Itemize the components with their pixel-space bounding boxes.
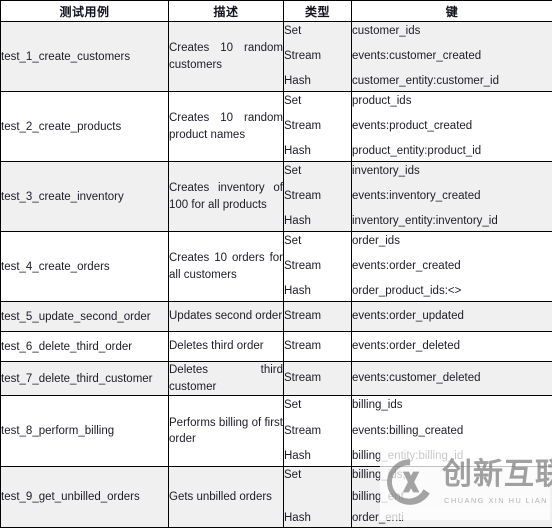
cell-type: Stream: [283, 301, 352, 332]
key-value: events:order_created: [352, 259, 461, 272]
type-value: Hash: [284, 75, 311, 87]
type-value: Stream: [284, 424, 322, 437]
key-value: order_product_ids:<>: [352, 285, 462, 297]
cell-type: Set Stream Hash: [283, 21, 352, 92]
cell-description: Creates 10 random customers: [168, 21, 284, 92]
type-value: Set: [284, 399, 302, 412]
test-case-table-container: 测试用例 描述 类型 键 test_1_create_customers Cre…: [0, 0, 552, 528]
cell-type: Set Hash: [283, 466, 352, 528]
cell-test-case: test_6_delete_third_order: [0, 331, 169, 362]
cell-description: Creates inventory of 100 for all product…: [168, 161, 284, 232]
cell-test-case: test_3_create_inventory: [0, 161, 169, 232]
key-value: events:billing_created: [352, 424, 464, 437]
cell-type: Set Stream Hash: [283, 395, 352, 468]
type-value: Hash: [284, 215, 311, 227]
type-value: Stream: [284, 259, 322, 272]
cell-description: Creates 10 orders for all customers: [168, 231, 284, 302]
key-value: customer_entity:customer_id: [352, 75, 500, 87]
cell-type: Set Stream Hash: [283, 91, 352, 162]
type-value: Set: [284, 469, 302, 482]
type-value: Stream: [284, 189, 322, 202]
header-row: 测试用例 描述 类型 键: [0, 0, 552, 22]
key-value: events:product_created: [352, 119, 473, 132]
type-value: Hash: [284, 511, 311, 524]
cell-type: Stream: [283, 331, 352, 362]
key-value: order_enti: [352, 511, 404, 524]
key-value: events:inventory_created: [352, 189, 481, 202]
cell-description: Performs billing of first order: [168, 395, 284, 468]
cell-key: billing_ids, billing_ent order_enti: [351, 466, 552, 528]
key-value: billing_ids: [352, 399, 403, 412]
table-row: test_3_create_inventory Creates inventor…: [0, 161, 552, 232]
column-header-description: 描述: [168, 0, 284, 22]
key-value: order_ids: [352, 234, 400, 247]
cell-type: Set Stream Hash: [283, 231, 352, 302]
key-value: billing_ent: [352, 490, 404, 503]
table-row: test_6_delete_third_order Deletes third …: [0, 331, 552, 362]
table-row: test_2_create_products Creates 10 random…: [0, 91, 552, 162]
type-value: Hash: [284, 145, 311, 157]
cell-description: Deletes third order: [168, 331, 284, 362]
key-value: customer_ids: [352, 24, 421, 37]
cell-key: events:order_updated: [351, 301, 552, 332]
key-value: inventory_ids: [352, 164, 420, 177]
type-value: Set: [284, 234, 302, 247]
cell-test-case: test_4_create_orders: [0, 231, 169, 302]
cell-type: Stream: [283, 360, 352, 397]
cell-key: customer_ids events:customer_created cus…: [351, 21, 552, 92]
cell-key: order_ids events:order_created order_pro…: [351, 231, 552, 302]
cell-test-case: test_8_perform_billing: [0, 395, 169, 468]
table-row: test_9_get_unbilled_orders Gets unbilled…: [0, 466, 552, 528]
type-value: Stream: [284, 49, 322, 62]
key-value: inventory_entity:inventory_id: [352, 215, 498, 227]
cell-description: Deletes third customer: [168, 360, 284, 397]
type-value: Hash: [284, 285, 311, 297]
cell-test-case: test_9_get_unbilled_orders: [0, 466, 169, 528]
cell-test-case: test_7_delete_third_customer: [0, 360, 169, 397]
cell-test-case: test_2_create_products: [0, 91, 169, 162]
key-value: product_ids: [352, 94, 412, 107]
table-row: test_1_create_customers Creates 10 rando…: [0, 21, 552, 92]
cell-key: product_ids events:product_created produ…: [351, 91, 552, 162]
cell-description: Updates second order: [168, 301, 284, 332]
table-row: test_7_delete_third_customer Deletes thi…: [0, 360, 552, 397]
cell-test-case: test_5_update_second_order: [0, 301, 169, 332]
table-row: test_4_create_orders Creates 10 orders f…: [0, 231, 552, 302]
key-value: events:customer_created: [352, 49, 482, 62]
table-header: 测试用例 描述 类型 键: [0, 0, 552, 22]
type-value: Set: [284, 24, 302, 37]
cell-key: billing_ids events:billing_created billi…: [351, 395, 552, 468]
cell-key: events:customer_deleted: [351, 360, 552, 397]
type-value: Set: [284, 164, 302, 177]
column-header-type: 类型: [283, 0, 352, 22]
type-value: Stream: [284, 119, 322, 132]
key-value: billing_ids,: [352, 469, 406, 482]
test-case-table: 测试用例 描述 类型 键 test_1_create_customers Cre…: [0, 0, 552, 528]
type-value: Hash: [284, 449, 311, 462]
cell-test-case: test_1_create_customers: [0, 21, 169, 92]
key-value: product_entity:product_id: [352, 145, 482, 157]
cell-type: Set Stream Hash: [283, 161, 352, 232]
cell-key: events:order_deleted: [351, 331, 552, 362]
cell-key: inventory_ids events:inventory_created i…: [351, 161, 552, 232]
cell-description: Gets unbilled orders: [168, 466, 284, 528]
table-body: test_1_create_customers Creates 10 rando…: [0, 21, 552, 528]
cell-description: Creates 10 random product names: [168, 91, 284, 162]
key-value: billing_entity:billing_id: [352, 449, 464, 462]
table-row: test_5_update_second_order Updates secon…: [0, 301, 552, 332]
column-header-test-case: 测试用例: [0, 0, 169, 22]
type-value: Set: [284, 94, 302, 107]
column-header-key: 键: [351, 0, 552, 22]
table-row: test_8_perform_billing Performs billing …: [0, 395, 552, 468]
